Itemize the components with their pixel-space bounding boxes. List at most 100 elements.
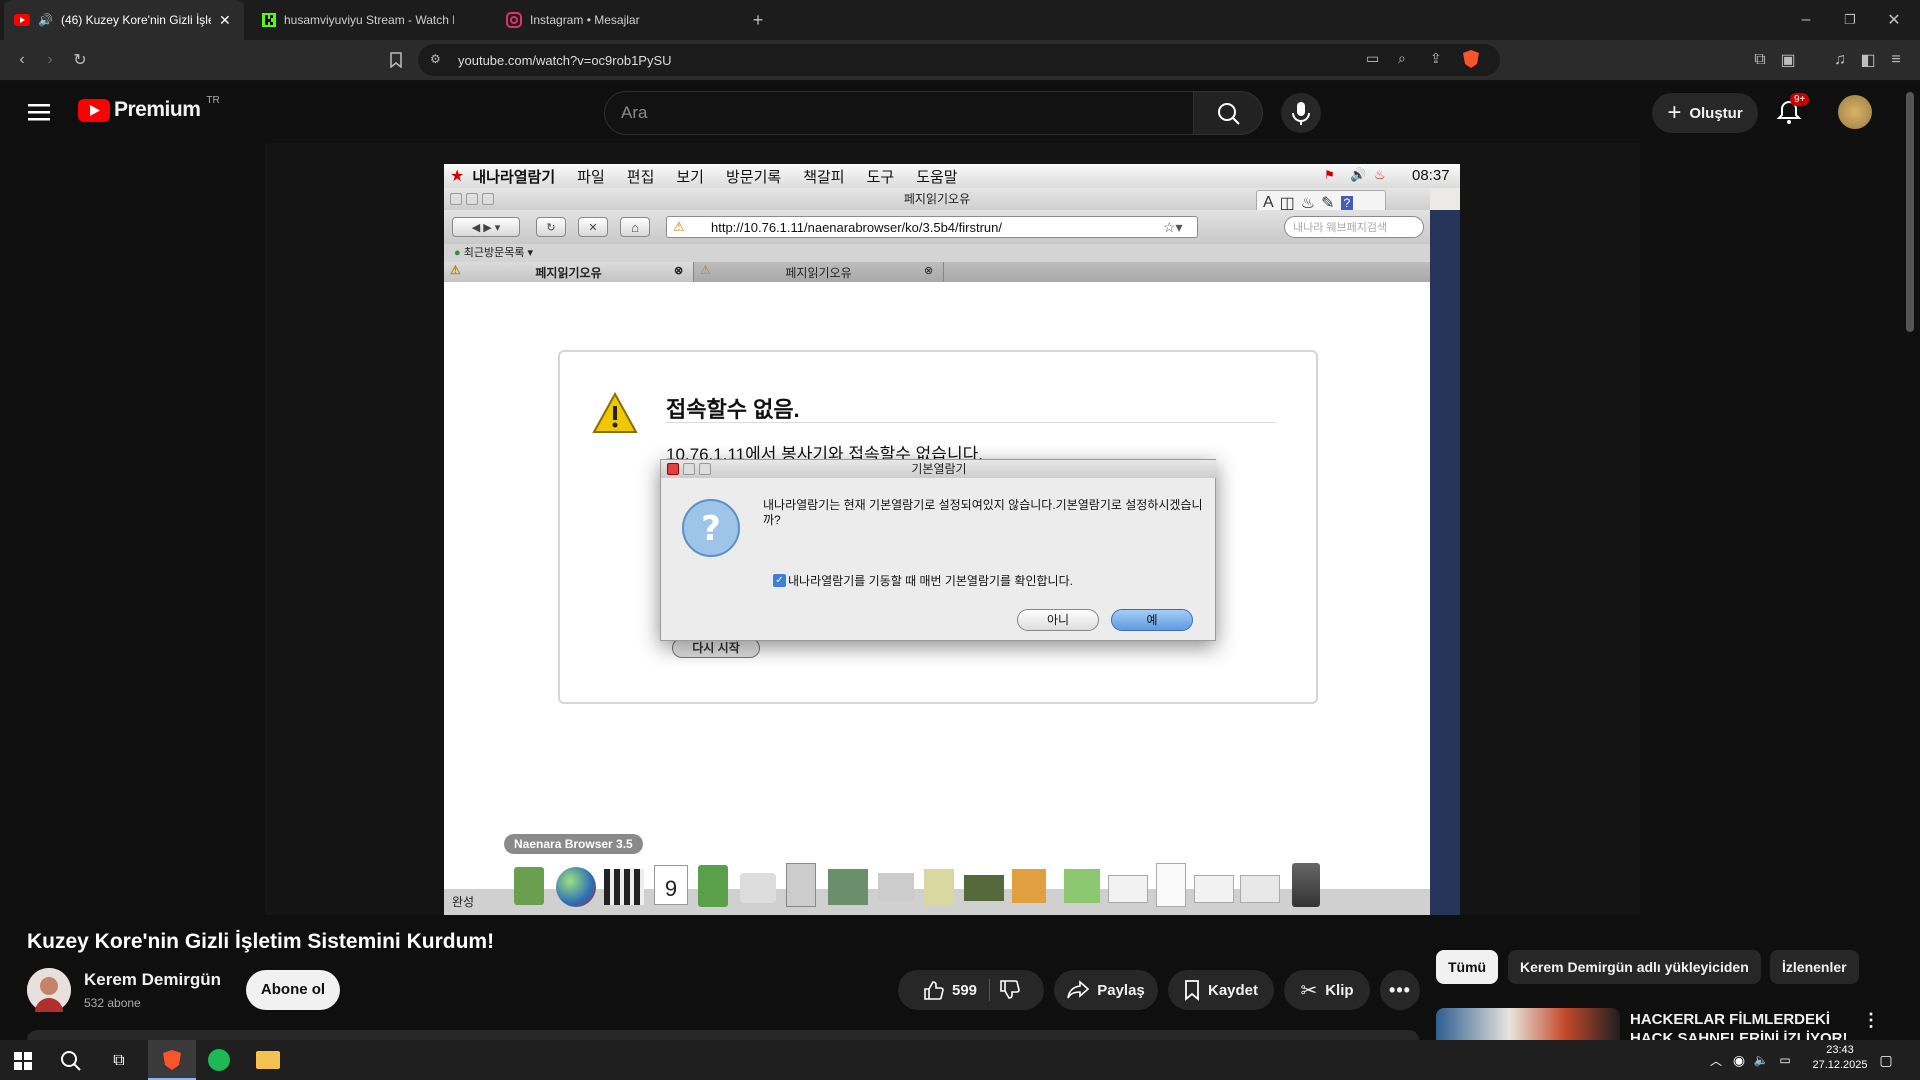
close-tab-icon[interactable]: ✕	[219, 12, 231, 29]
sidebar-icon[interactable]: ◧	[1858, 50, 1878, 70]
contacts-icon	[698, 865, 728, 907]
zoom-icon[interactable]: ⌕	[1398, 50, 1406, 67]
browser-tab-bar: 🔊 (46) Kuzey Kore'nin Gizli İşletim ✕ hu…	[0, 0, 1920, 40]
taskbar-brave[interactable]	[148, 1040, 196, 1080]
window-minimize-icon	[466, 193, 478, 205]
save-button[interactable]: Kaydet	[1168, 970, 1274, 1010]
spotify-icon[interactable]	[208, 1049, 230, 1071]
microphone-icon	[1292, 102, 1310, 125]
tab-close-icon: ⊗	[674, 265, 684, 277]
tab-title: (46) Kuzey Kore'nin Gizli İşletim	[60, 13, 211, 27]
tab-title: Instagram • Mesajlar	[530, 13, 640, 27]
task-view-icon[interactable]: ⧉	[108, 1050, 130, 1072]
share-button[interactable]: Paylaş	[1054, 970, 1158, 1010]
extensions-icon[interactable]: ⧉	[1750, 50, 1770, 70]
chip-all[interactable]: Tümü	[1436, 950, 1499, 984]
windows-start-icon[interactable]	[14, 1052, 32, 1070]
stop-icon: ✕	[578, 217, 608, 237]
help-icon: ?	[1340, 196, 1354, 210]
document-icon	[1156, 863, 1186, 907]
calendar-icon: 9	[654, 865, 688, 905]
instagram-icon	[506, 12, 522, 28]
save-label: Kaydet	[1207, 981, 1259, 999]
close-window-icon[interactable]: ✕	[1884, 10, 1904, 30]
naenara-tab: ⚠ 페지읽기오유 ⊗	[444, 262, 694, 282]
plus-icon: +	[1667, 99, 1682, 126]
tab-kick[interactable]: husamviyuviyu Stream - Watch Live o	[252, 0, 492, 40]
bookmarks-label: 최근방문목록	[463, 247, 525, 259]
chip-from-uploader[interactable]: Kerem Demirgün adlı yükleyiciden	[1508, 950, 1761, 984]
share-arrow-icon	[1067, 980, 1090, 999]
like-count: 599	[951, 981, 978, 999]
brave-icon	[163, 1050, 181, 1070]
create-button[interactable]: + Oluştur	[1652, 93, 1758, 133]
calendar-day: 9	[664, 876, 678, 901]
photo-icon	[964, 875, 1004, 901]
window-title: 페지읽기오유	[903, 192, 971, 206]
avatar[interactable]	[1838, 95, 1872, 129]
page-scrollbar[interactable]	[1906, 92, 1914, 332]
dialog-title: 기본열람기	[911, 462, 967, 476]
red-star-icon: ★	[450, 168, 465, 185]
media-icon[interactable]: ♫	[1830, 50, 1850, 70]
naenara-search-placeholder: 내나라 웨브페지검색	[1293, 222, 1388, 234]
speaker-icon[interactable]: 🔊	[38, 13, 53, 27]
forward-icon[interactable]: ›	[40, 50, 60, 70]
file-explorer-icon[interactable]	[256, 1051, 280, 1069]
star-icon: ☆▾	[1163, 219, 1183, 235]
back-icon[interactable]: ‹	[12, 50, 32, 70]
wallet-icon[interactable]: ▣	[1778, 50, 1798, 70]
menu-item: 보기	[676, 168, 704, 186]
brave-shields-icon[interactable]	[1462, 49, 1480, 69]
no-button: 아니	[1017, 609, 1099, 631]
back-forward-icon: ◀ ▶ ▾	[452, 217, 520, 237]
notification-center-icon[interactable]: ▢	[1876, 1050, 1896, 1070]
warning-icon: ⚠	[700, 263, 711, 277]
more-actions-button[interactable]: •••	[1380, 970, 1420, 1010]
like-button[interactable]: 599	[922, 979, 991, 1001]
tab-youtube[interactable]: 🔊 (46) Kuzey Kore'nin Gizli İşletim ✕	[4, 0, 244, 40]
voice-search-button[interactable]	[1281, 93, 1321, 133]
youtube-logo[interactable]: Premium TR	[78, 95, 220, 122]
tray-volume-icon[interactable]: 🔈	[1752, 1050, 1770, 1070]
warning-icon: ⚠	[673, 219, 685, 234]
site-info-icon[interactable]: ⚙	[430, 52, 441, 66]
video-title: Kuzey Kore'nin Gizli İşletim Sistemini K…	[27, 930, 495, 953]
dislike-button[interactable]	[998, 979, 1020, 1001]
bookmark-icon[interactable]	[386, 50, 406, 70]
subscribe-button[interactable]: Abone ol	[246, 970, 340, 1010]
menu-icon[interactable]: ≡	[1886, 50, 1906, 70]
flame-icon: ♨	[1374, 167, 1386, 182]
reload-icon[interactable]: ↻	[70, 50, 90, 70]
cast-icon[interactable]: ▭	[1366, 50, 1379, 67]
window-zoom-icon	[482, 193, 494, 205]
svg-text:?: ?	[701, 509, 721, 549]
chip-watched[interactable]: İzlenenler	[1770, 950, 1859, 984]
clip-button[interactable]: ✂ Klip	[1284, 970, 1370, 1010]
search-input[interactable]: Ara	[604, 91, 1194, 135]
tray-chevron-icon[interactable]: ︿	[1708, 1050, 1724, 1070]
recommended-title[interactable]: HACKERLAR FİLMLERDEKİ HACK SAHNELERİNİ İ…	[1630, 1010, 1870, 1040]
youtube-icon	[14, 14, 30, 26]
recommended-thumbnail[interactable]	[1436, 1008, 1620, 1040]
channel-avatar[interactable]	[27, 968, 71, 1012]
dialog-zoom-icon	[699, 463, 711, 475]
recommended-more-icon[interactable]: ⋮	[1862, 1010, 1880, 1031]
channel-name[interactable]: Kerem Demirgün	[84, 970, 221, 990]
share-icon[interactable]: ⇪	[1430, 50, 1442, 67]
new-tab-icon[interactable]: +	[748, 10, 768, 30]
hamburger-menu-icon[interactable]	[28, 103, 50, 121]
minimize-icon[interactable]: –	[1796, 10, 1816, 30]
taskbar-clock[interactable]: 23:43 27.12.2025	[1804, 1044, 1876, 1071]
description-box[interactable]	[27, 1030, 1419, 1040]
notifications-button[interactable]: 9+	[1776, 93, 1810, 125]
tray-record-icon[interactable]: ◉	[1730, 1050, 1748, 1070]
search-button[interactable]	[1193, 91, 1263, 135]
tray-network-icon[interactable]: ▭	[1776, 1050, 1794, 1070]
address-bar[interactable]: ⚙ youtube.com/watch?v=oc9rob1PySU ▭ ⌕ ⇪	[418, 44, 1500, 76]
restore-icon[interactable]: ❐	[1840, 10, 1860, 30]
window-thumb-icon	[1194, 875, 1234, 903]
search-taskbar-icon[interactable]	[60, 1050, 82, 1072]
share-label: Paylaş	[1097, 981, 1145, 999]
tab-instagram[interactable]: Instagram • Mesajlar	[496, 0, 736, 40]
